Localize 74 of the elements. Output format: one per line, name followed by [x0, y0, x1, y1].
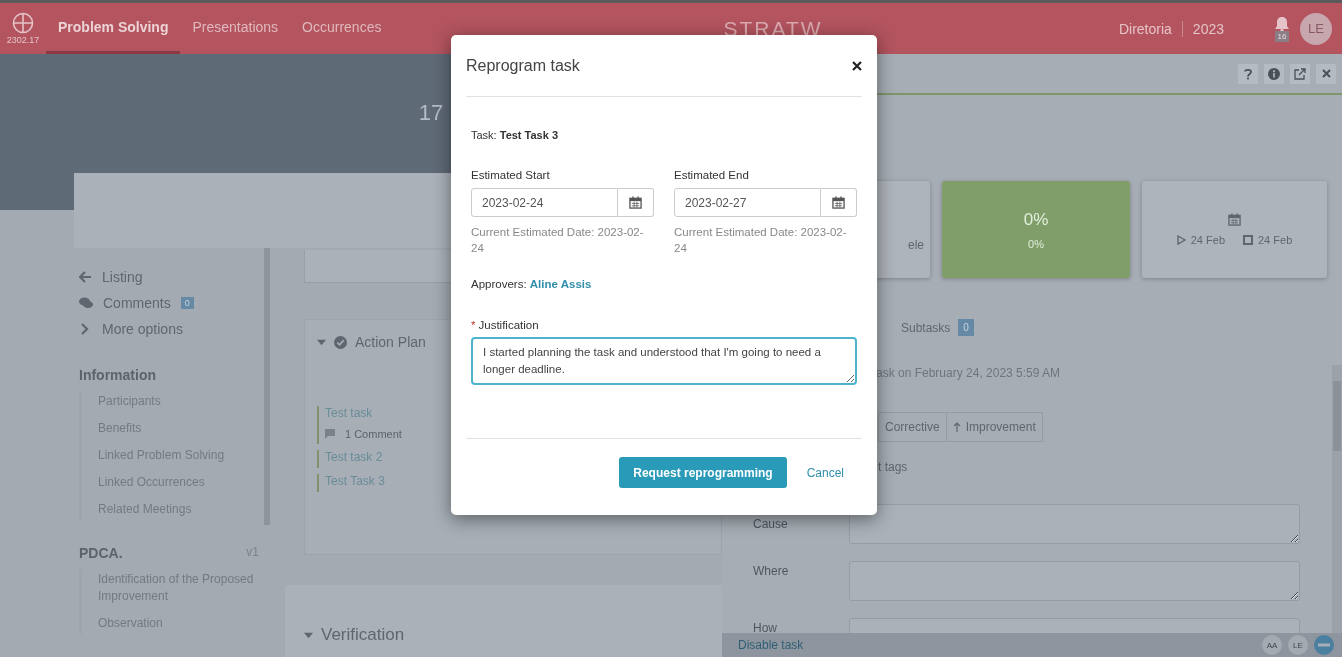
- start-date: 24 Feb: [1176, 234, 1225, 246]
- page-title: 17: [418, 100, 444, 127]
- comment-icon: [325, 429, 335, 439]
- cancel-button[interactable]: Cancel: [806, 465, 844, 480]
- current-date-hint: Current Estimated Date: 2023-02-24: [471, 225, 645, 256]
- field-label: Estimated End: [674, 169, 750, 181]
- field-label: Justification: [478, 319, 539, 331]
- stop-icon: [1243, 235, 1253, 245]
- approvers-text: Approvers: Aline Assis: [471, 278, 593, 290]
- field-label: How: [753, 620, 778, 633]
- required-mark: *: [471, 319, 476, 331]
- field-label: Cause: [753, 516, 789, 533]
- comments-icon: [79, 297, 93, 309]
- section-heading: Information: [79, 367, 156, 383]
- calendar-button[interactable]: [821, 188, 857, 217]
- crosshair-logo-icon[interactable]: [12, 12, 34, 34]
- current-date-hint: Current Estimated Date: 2023-02-24: [674, 225, 848, 256]
- year-selector[interactable]: 2023: [1192, 20, 1234, 37]
- justification-field[interactable]: I started planning the task and understood that I'm going to need a longer deadline.: [471, 337, 857, 385]
- card-text: ele: [908, 237, 924, 252]
- user-avatar[interactable]: LE: [1300, 12, 1332, 45]
- progress-caption: 0%: [1028, 237, 1044, 250]
- arrow-left-icon: [79, 271, 92, 283]
- scrollbar[interactable]: [1332, 365, 1342, 633]
- nav-tab[interactable]: Occurrences: [290, 3, 394, 54]
- count-badge: 0: [180, 297, 194, 309]
- end-date: 24 Feb: [1243, 234, 1293, 246]
- bell-icon[interactable]: [1274, 15, 1290, 33]
- external-link-icon: [1294, 67, 1306, 80]
- close-button[interactable]: [852, 60, 862, 71]
- date-field[interactable]: 2023-02-27: [674, 188, 821, 217]
- help-icon: [1244, 67, 1252, 80]
- section-title: Verification: [321, 625, 405, 645]
- info-icon: [1268, 67, 1280, 80]
- calendar-icon: [832, 196, 845, 209]
- task-name-text: Task: Test Task 3: [471, 129, 560, 141]
- approver-link[interactable]: Aline Assis: [529, 278, 592, 290]
- request-reprogramming-button[interactable]: Request reprogramming: [619, 457, 787, 488]
- date-field[interactable]: 2023-02-24: [471, 188, 618, 217]
- section-heading: PDCA.: [79, 545, 123, 561]
- arrow-up-icon: [952, 422, 961, 432]
- field-label: Where: [753, 563, 790, 580]
- section-title: Action Plan: [355, 334, 426, 350]
- help-button[interactable]: [1238, 63, 1258, 84]
- dialog-title: Reprogram task: [466, 56, 580, 75]
- check-circle-icon: [334, 335, 347, 349]
- notification-count: 16: [1274, 30, 1290, 42]
- caret-icon[interactable]: [317, 337, 326, 347]
- close-icon: [852, 60, 862, 71]
- calendar-icon: [1228, 213, 1241, 226]
- close-icon: [1321, 69, 1331, 78]
- comment-count: 1 Comment: [345, 428, 402, 440]
- calendar-icon: [629, 196, 642, 209]
- calendar-button[interactable]: [618, 188, 654, 217]
- disable-task-link[interactable]: Disable task: [738, 638, 804, 652]
- caret-icon[interactable]: [304, 630, 313, 640]
- sidebar-link[interactable]: More options: [74, 316, 264, 342]
- type-button[interactable]: Improvement: [946, 412, 1043, 442]
- sidebar-link[interactable]: Listing: [74, 264, 264, 290]
- type-button[interactable]: Corrective: [878, 412, 947, 442]
- version-label: 2302.17: [6, 35, 40, 45]
- nav-tab[interactable]: Presentations: [180, 3, 291, 54]
- external-link-button[interactable]: [1290, 63, 1310, 84]
- field-label: Estimated Start: [471, 169, 551, 181]
- sidebar-link[interactable]: Comments 0: [74, 290, 264, 316]
- minus-circle-icon[interactable]: [1314, 635, 1334, 655]
- info-button[interactable]: [1264, 63, 1284, 84]
- subtasks-tab[interactable]: Subtasks 0: [901, 319, 974, 336]
- play-icon: [1176, 235, 1186, 245]
- user-avatar: LE: [1288, 635, 1308, 655]
- progress-value: 0%: [1023, 209, 1049, 230]
- tags-link[interactable]: t tags: [878, 460, 908, 474]
- user-avatar: AA: [1262, 635, 1282, 655]
- unit-selector[interactable]: Diretoria: [1118, 20, 1183, 37]
